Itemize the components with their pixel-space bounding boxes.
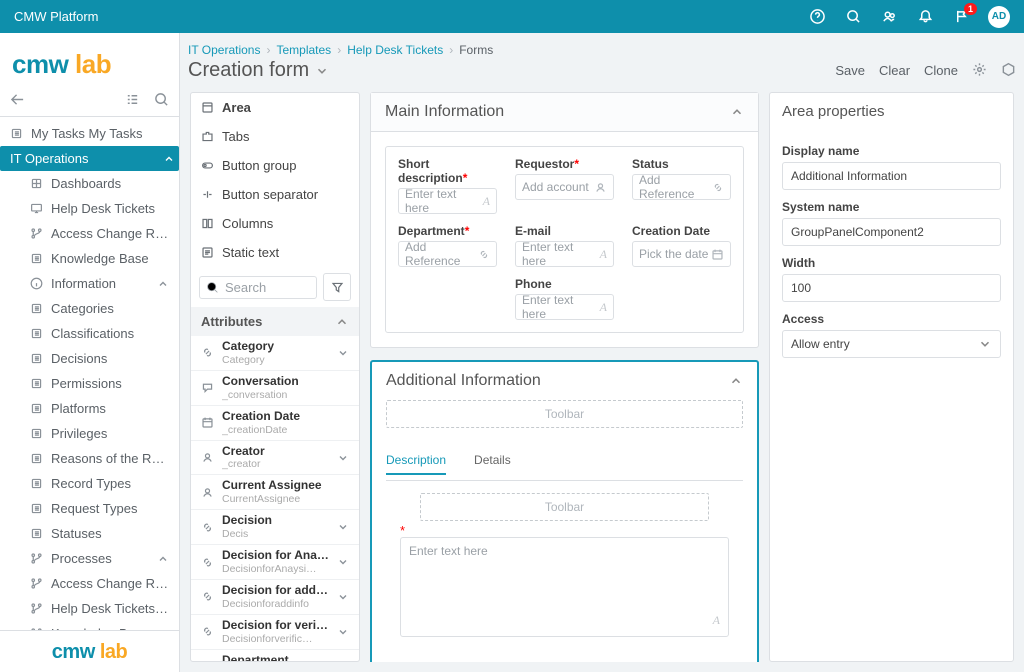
sidebar-nav: cmw lab My Tasks My TasksIT OperationsDa… [0, 33, 180, 672]
sidebar-item[interactable]: Platforms [0, 396, 179, 421]
properties-panel: Area properties Display name Additional … [769, 92, 1014, 662]
sidebar-item[interactable]: Access Change Requests [0, 221, 179, 246]
palette-item[interactable]: Area [191, 93, 359, 122]
save-button[interactable]: Save [835, 63, 865, 78]
breadcrumb: IT Operations›Templates›Help Desk Ticket… [188, 43, 1016, 57]
area-title: Main Information [385, 103, 504, 121]
sidebar-item[interactable]: Help Desk Tickets Pr… [0, 596, 179, 621]
elements-palette: AreaTabsButton groupButton separatorColu… [190, 92, 360, 662]
nav-back-icon[interactable] [10, 92, 25, 110]
sidebar-item[interactable]: Processes [0, 546, 179, 571]
sidebar-item[interactable]: Permissions [0, 371, 179, 396]
sidebar-item[interactable]: Knowledge Base [0, 246, 179, 271]
attribute-item[interactable]: DepartmentDepartment [191, 650, 359, 661]
attribute-item[interactable]: Conversation_conversation [191, 371, 359, 406]
system-name-input[interactable]: GroupPanelComponent2 [782, 218, 1001, 246]
clone-button[interactable]: Clone [924, 63, 958, 78]
nav-tools [0, 86, 179, 117]
sidebar-item[interactable]: Record Types [0, 471, 179, 496]
settings-icon[interactable] [972, 62, 987, 80]
attribute-item[interactable]: Decision for add…Decisionforaddinfo [191, 580, 359, 615]
palette-item[interactable]: Tabs [191, 122, 359, 151]
text-type-icon: A [713, 613, 720, 628]
flag-icon[interactable]: 1 [952, 8, 970, 26]
form-field[interactable]: Add Reference [398, 241, 497, 267]
form-field[interactable]: Add Reference [632, 174, 731, 200]
form-field[interactable]: Enter text hereA [398, 188, 497, 214]
attribute-item[interactable]: DecisionDecis [191, 510, 359, 545]
attribute-item[interactable]: Creation Date_creationDate [191, 406, 359, 441]
attributes-section[interactable]: Attributes [191, 307, 359, 336]
area-main-information[interactable]: Main Information Short description* Ente… [370, 92, 759, 348]
sidebar-item[interactable]: Information [0, 271, 179, 296]
attribute-item[interactable]: Creator_creator [191, 441, 359, 476]
description-textarea[interactable]: Enter text here A [400, 537, 729, 637]
width-input[interactable]: 100 [782, 274, 1001, 302]
search-icon[interactable] [844, 8, 862, 26]
sidebar-item[interactable]: Categories [0, 296, 179, 321]
sidebar-item[interactable]: Classifications [0, 321, 179, 346]
users-icon[interactable] [880, 8, 898, 26]
form-field[interactable]: Enter text hereA [515, 294, 614, 320]
palette-item[interactable]: Button separator [191, 180, 359, 209]
palette-search-input[interactable]: Search [199, 276, 317, 299]
access-select[interactable]: Allow entry [782, 330, 1001, 358]
brand-footer: cmw lab [0, 630, 179, 672]
tab-details[interactable]: Details [474, 453, 511, 474]
form-field[interactable]: Enter text hereA [515, 241, 614, 267]
system-name-label: System name [782, 200, 1001, 214]
nav-search-icon[interactable] [154, 92, 169, 110]
sidebar-item[interactable]: Reasons of the Requ… [0, 446, 179, 471]
topbar: CMW Platform 1 AD [0, 0, 1024, 33]
attribute-item[interactable]: Decision for Ana…DecisionforAnaysi… [191, 545, 359, 580]
display-name-input[interactable]: Additional Information [782, 162, 1001, 190]
sidebar-item[interactable]: Privileges [0, 421, 179, 446]
required-star: * [400, 523, 405, 538]
avatar[interactable]: AD [988, 6, 1010, 28]
tabs: Description Details [386, 428, 743, 481]
sidebar-item[interactable]: Request Types [0, 496, 179, 521]
palette-item[interactable]: Button group [191, 151, 359, 180]
sidebar-item[interactable]: Help Desk Tickets [0, 196, 179, 221]
clear-button[interactable]: Clear [879, 63, 910, 78]
properties-title: Area properties [770, 93, 1013, 130]
access-label: Access [782, 312, 1001, 326]
attribute-item[interactable]: Decision for veri…Decisionforverific… [191, 615, 359, 650]
breadcrumb-link[interactable]: Templates [276, 43, 331, 57]
attribute-item[interactable]: CategoryCategory [191, 336, 359, 371]
width-label: Width [782, 256, 1001, 270]
palette-item[interactable]: Columns [191, 209, 359, 238]
sidebar-item[interactable]: Access Change Requ… [0, 571, 179, 596]
bell-icon[interactable] [916, 8, 934, 26]
hex-icon[interactable] [1001, 62, 1016, 80]
app-title: CMW Platform [14, 9, 99, 24]
breadcrumb-link[interactable]: IT Operations [188, 43, 260, 57]
sidebar-item[interactable]: Decisions [0, 346, 179, 371]
area-title: Additional Information [386, 372, 541, 390]
nav-list-icon[interactable] [125, 92, 140, 110]
form-field[interactable]: Pick the date [632, 241, 731, 267]
help-icon[interactable] [808, 8, 826, 26]
sidebar-item[interactable]: Statuses [0, 521, 179, 546]
attribute-item[interactable]: Current AssigneeCurrentAssignee [191, 475, 359, 510]
palette-item[interactable]: Static text [191, 238, 359, 267]
sidebar-item[interactable]: My Tasks My Tasks [0, 121, 179, 146]
sidebar-item[interactable]: Dashboards [0, 171, 179, 196]
sidebar-item[interactable]: IT Operations [0, 146, 179, 171]
toolbar-dropzone-inner[interactable]: Toolbar [420, 493, 709, 521]
form-field[interactable]: Add account [515, 174, 614, 200]
page-title[interactable]: Creation form [188, 59, 329, 82]
area-additional-information[interactable]: Additional Information Toolbar Descripti… [370, 360, 759, 662]
sidebar-item[interactable]: Knowledge Base Ma… [0, 621, 179, 630]
breadcrumb-link[interactable]: Help Desk Tickets [347, 43, 443, 57]
brand-logo: cmw lab [0, 33, 179, 86]
tab-description[interactable]: Description [386, 453, 446, 475]
filter-icon[interactable] [323, 273, 351, 301]
display-name-label: Display name [782, 144, 1001, 158]
toolbar-dropzone[interactable]: Toolbar [386, 400, 743, 428]
